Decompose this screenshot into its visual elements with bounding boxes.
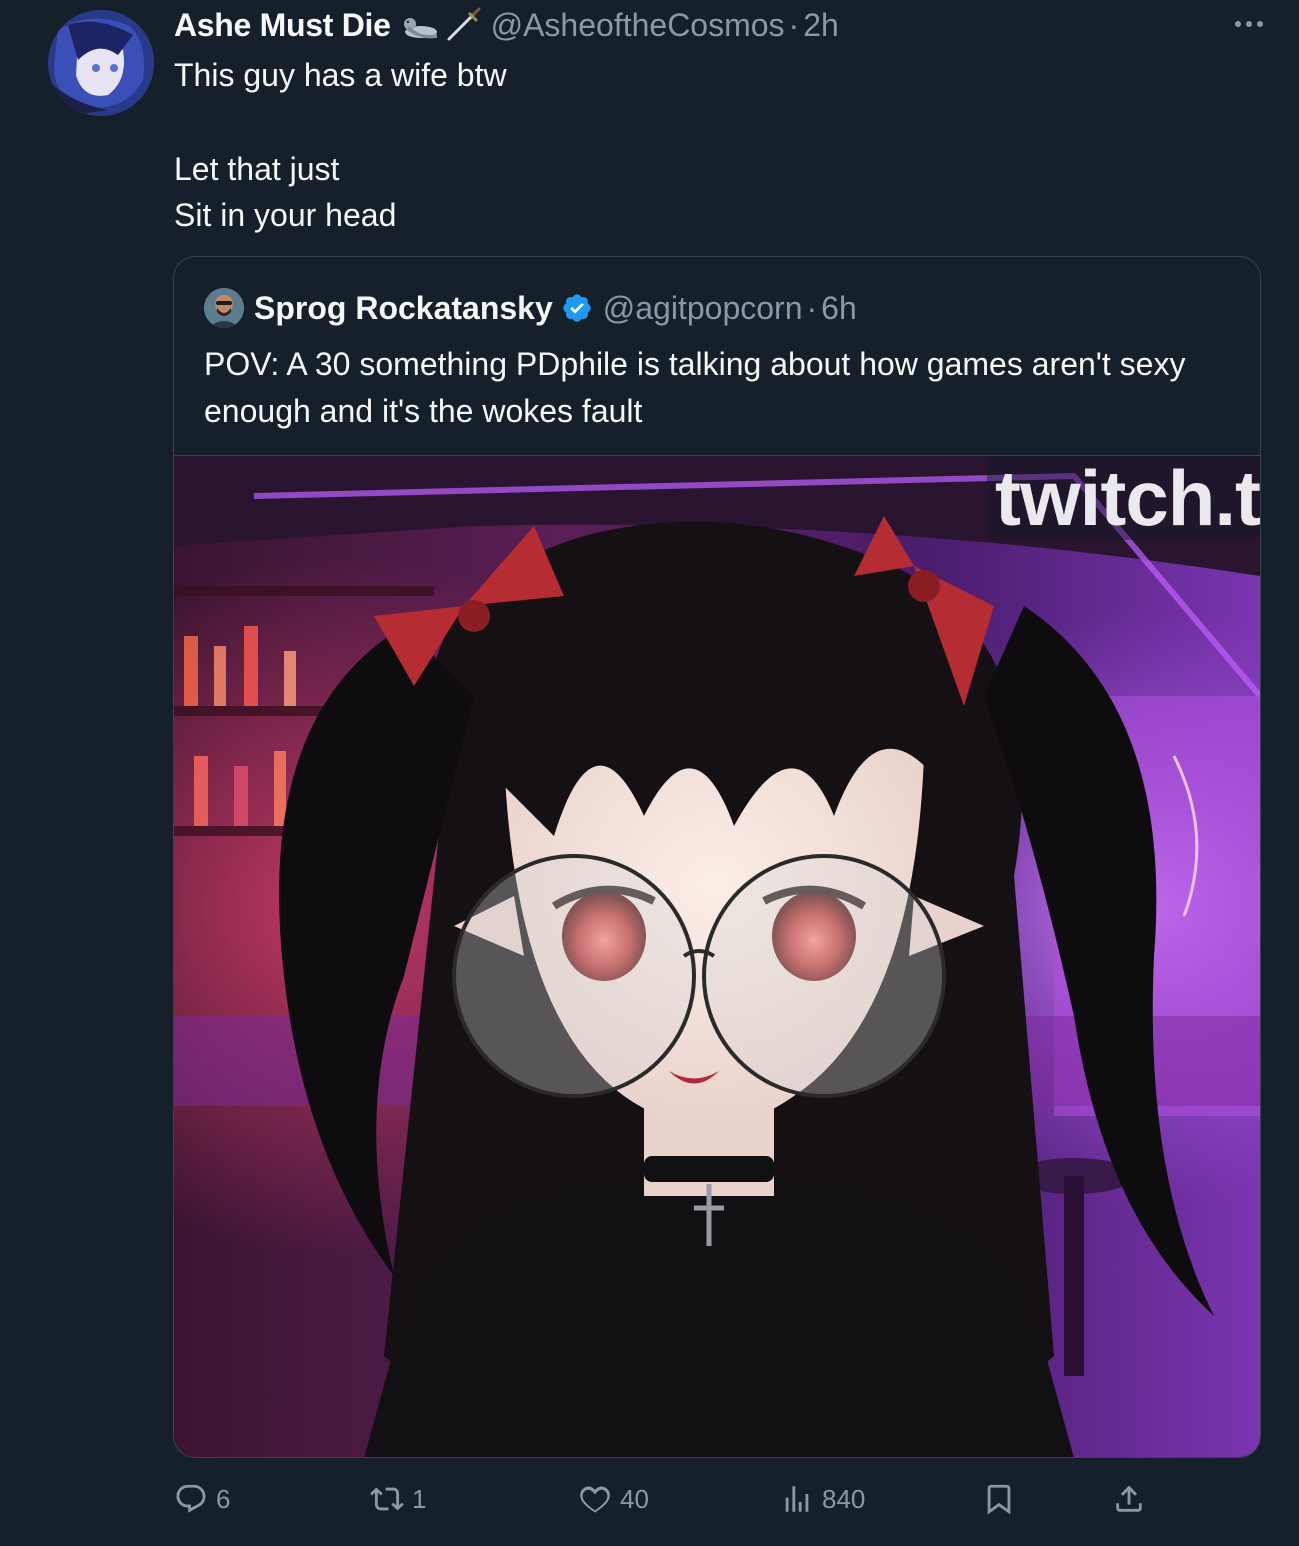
- tweet-text: This guy has a wife btw Let that just Si…: [174, 52, 1254, 238]
- quoted-tweet-timestamp[interactable]: 6h: [821, 290, 857, 327]
- like-button[interactable]: 40: [578, 1474, 649, 1524]
- quoted-author-avatar[interactable]: [204, 288, 244, 328]
- seal-emoji-icon: [401, 8, 441, 42]
- tweet-text-line: This guy has a wife btw: [174, 57, 507, 93]
- quoted-tweet-header: Sprog Rockatansky @agitpopcorn · 6h: [204, 287, 857, 329]
- verified-badge-icon: [561, 292, 593, 324]
- heart-icon: [580, 1486, 610, 1513]
- quoted-author-display-name[interactable]: Sprog Rockatansky: [254, 290, 553, 327]
- author-display-name[interactable]: Ashe Must Die: [174, 7, 391, 44]
- quoted-tweet-text: POV: A 30 something PDphile is talking a…: [204, 346, 1186, 429]
- quoted-author-handle[interactable]: @agitpopcorn: [603, 290, 803, 327]
- tweet-action-bar: 6 1 40 840: [174, 1474, 1174, 1524]
- views-button[interactable]: 840: [780, 1474, 865, 1524]
- more-options-icon[interactable]: [1229, 6, 1269, 42]
- like-count: 40: [620, 1483, 649, 1514]
- quoted-tweet-media-image[interactable]: twitch.t: [174, 455, 1260, 1457]
- retweet-count: 1: [412, 1483, 427, 1514]
- tweet-text-line: Sit in your head: [174, 197, 397, 233]
- reply-button[interactable]: 6: [174, 1474, 230, 1524]
- tweet-text-line: Let that just: [174, 151, 340, 187]
- share-icon: [1116, 1485, 1142, 1512]
- bookmark-button[interactable]: [982, 1474, 1016, 1524]
- share-button[interactable]: [1112, 1474, 1146, 1524]
- separator-dot: ·: [788, 6, 800, 43]
- analytics-icon: [785, 1486, 809, 1512]
- media-watermark: twitch.t: [987, 456, 1260, 540]
- reply-icon: [176, 1484, 206, 1513]
- tweet-header: Ashe Must Die @AsheoftheCosmos · 2h: [174, 4, 839, 46]
- dagger-emoji-icon: [443, 5, 483, 45]
- author-handle[interactable]: @AsheoftheCosmos: [491, 7, 785, 44]
- reply-count: 6: [216, 1483, 231, 1514]
- quoted-tweet-card[interactable]: Sprog Rockatansky @agitpopcorn · 6h POV:…: [173, 256, 1261, 1458]
- tweet-timestamp[interactable]: 2h: [803, 7, 839, 44]
- author-avatar[interactable]: [48, 10, 154, 116]
- bookmark-icon: [987, 1484, 1011, 1515]
- retweet-button[interactable]: 1: [370, 1474, 426, 1524]
- retweet-icon: [370, 1487, 404, 1511]
- views-count: 840: [822, 1483, 866, 1514]
- separator-dot: ·: [806, 289, 818, 326]
